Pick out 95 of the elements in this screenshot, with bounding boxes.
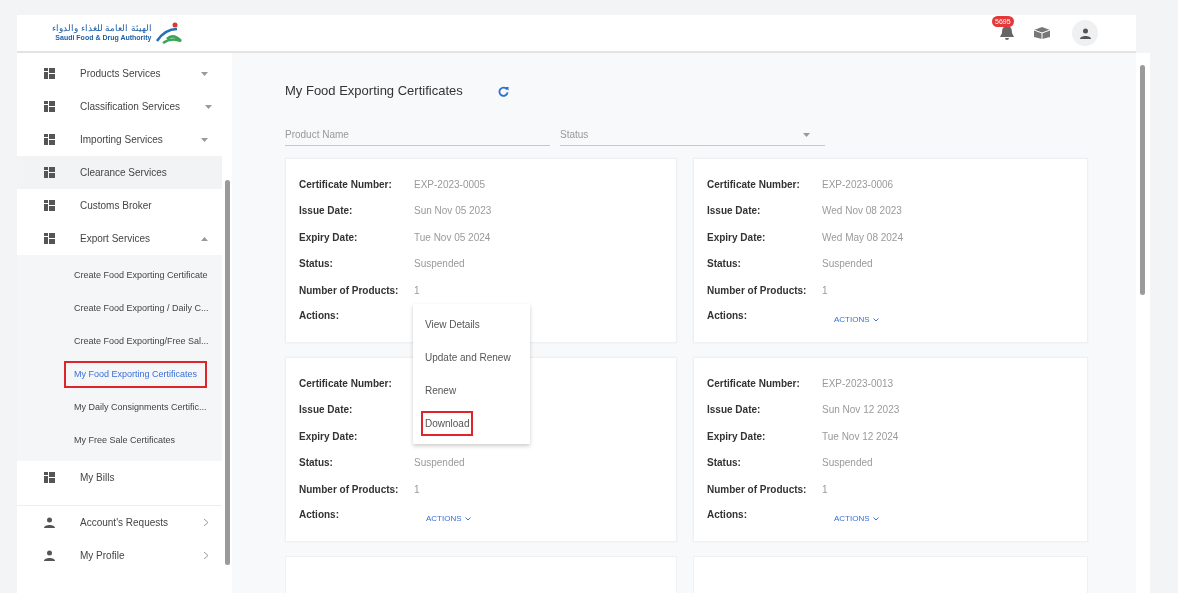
sidebar-item-label: My Bills <box>80 471 116 485</box>
person-icon <box>44 517 55 528</box>
submenu-item[interactable]: My Food Exporting Certificates <box>64 360 208 389</box>
caret-icon <box>201 71 208 76</box>
grid-icon <box>44 472 55 483</box>
sidebar-item[interactable]: Clearance Services <box>17 156 222 189</box>
grid-icon <box>44 134 55 145</box>
field-value: Wed May 08 2024 <box>822 230 903 245</box>
field-value: 1 <box>822 482 828 497</box>
page-title: My Food Exporting Certificates <box>285 82 463 101</box>
field-label: Status: <box>707 257 742 272</box>
field-label: Issue Date: <box>299 403 354 418</box>
logo-figure-icon <box>154 21 183 45</box>
grid-icon <box>44 68 55 79</box>
person-icon <box>44 550 55 561</box>
field-value: 1 <box>414 482 420 497</box>
field-label: Actions: <box>299 308 340 323</box>
field-value: EXP-2023-0005 <box>414 177 486 192</box>
field-label: Issue Date: <box>707 204 762 219</box>
field-label: Status: <box>299 257 334 272</box>
scrollbar-thumb[interactable] <box>225 180 230 565</box>
sidebar-item-label: Customs Broker <box>80 199 153 213</box>
grid-icon <box>44 233 55 244</box>
field-label: Issue Date: <box>299 204 354 219</box>
actions-button[interactable]: ACTIONS <box>828 510 885 527</box>
field-label: Status: <box>299 456 334 471</box>
field-value: Suspended <box>822 257 873 272</box>
field-value: 1 <box>822 283 828 298</box>
field-label: Expiry Date: <box>707 230 767 245</box>
field-value: 1 <box>414 283 420 298</box>
caret-icon <box>201 137 208 142</box>
field-label: Actions: <box>299 507 340 522</box>
field-value: Tue Nov 12 2024 <box>822 429 899 444</box>
person-icon <box>1079 27 1091 39</box>
caret-icon <box>205 104 213 109</box>
submenu-item[interactable]: Create Food Exporting/Free Sal... <box>64 327 219 356</box>
caret-icon <box>201 236 208 241</box>
field-label: Expiry Date: <box>299 230 359 245</box>
submenu-item[interactable]: Create Food Exporting Certificate <box>64 261 218 290</box>
field-label: Status: <box>707 456 742 471</box>
chevron-right-icon <box>204 519 208 526</box>
field-value: Suspended <box>414 456 465 471</box>
field-label: Actions: <box>707 507 748 522</box>
field-label: Number of Products: <box>299 283 400 298</box>
refresh-icon[interactable] <box>497 85 509 97</box>
field-label: Issue Date: <box>707 403 762 418</box>
field-value: Tue Nov 05 2024 <box>414 230 491 245</box>
field-label: Certificate Number: <box>707 376 801 391</box>
field-value: Sun Nov 05 2023 <box>414 204 492 219</box>
logo-arabic-text: الهيئة العامة للغذاء والدواء <box>52 23 152 33</box>
avatar[interactable] <box>1072 20 1098 46</box>
field-label: Certificate Number: <box>299 376 393 391</box>
field-value: EXP-2023-0006 <box>822 177 894 192</box>
sidebar-item-label: Export Services <box>80 232 152 246</box>
menu-item[interactable]: View Details <box>421 312 484 337</box>
bell-icon[interactable] <box>1000 25 1014 41</box>
chevron-down-icon <box>872 317 879 322</box>
grid-icon <box>44 101 55 112</box>
field-label: Number of Products: <box>299 482 400 497</box>
field-label: Certificate Number: <box>299 177 393 192</box>
status-placeholder: Status <box>560 128 589 142</box>
scrollbar-thumb[interactable] <box>1140 65 1145 295</box>
chevron-down-icon <box>464 516 471 521</box>
submenu-item[interactable]: My Daily Consignments Certific... <box>64 393 217 422</box>
field-value: Wed Nov 08 2023 <box>822 204 902 219</box>
menu-item[interactable]: Renew <box>421 378 461 403</box>
product-name-field[interactable]: Product Name <box>285 124 550 146</box>
box-icon[interactable] <box>1034 27 1050 39</box>
caret-icon <box>803 132 810 137</box>
field-label: Certificate Number: <box>707 177 801 192</box>
chevron-right-icon <box>204 552 208 559</box>
menu-item[interactable]: Update and Renew <box>421 345 515 370</box>
sidebar-item-label: My Profile <box>80 549 126 563</box>
sidebar-item-label: Classification Services <box>80 100 181 114</box>
grid-icon <box>44 167 55 178</box>
menu-item[interactable]: Download <box>421 411 474 436</box>
sidebar-item-label: Products Services <box>80 67 162 81</box>
field-label: Expiry Date: <box>707 429 767 444</box>
sidebar-item-label: Clearance Services <box>80 166 168 180</box>
chevron-down-icon <box>872 516 879 521</box>
field-value: Suspended <box>414 257 465 272</box>
sidebar-item-label: Importing Services <box>80 133 164 147</box>
actions-button[interactable]: ACTIONS <box>420 510 477 527</box>
sidebar-item-label: Account's Requests <box>80 516 170 530</box>
field-label: Number of Products: <box>707 283 808 298</box>
submenu-item[interactable]: Create Food Exporting / Daily C... <box>64 294 219 323</box>
field-label: Number of Products: <box>707 482 808 497</box>
actions-button[interactable]: ACTIONS <box>828 311 885 328</box>
grid-icon <box>44 200 55 211</box>
field-label: Actions: <box>707 308 748 323</box>
field-value: EXP-2023-0013 <box>822 376 894 391</box>
field-label: Expiry Date: <box>299 429 359 444</box>
field-value: Suspended <box>822 456 873 471</box>
field-value: Sun Nov 12 2023 <box>822 403 900 418</box>
submenu-item[interactable]: My Free Sale Certificates <box>64 426 186 455</box>
